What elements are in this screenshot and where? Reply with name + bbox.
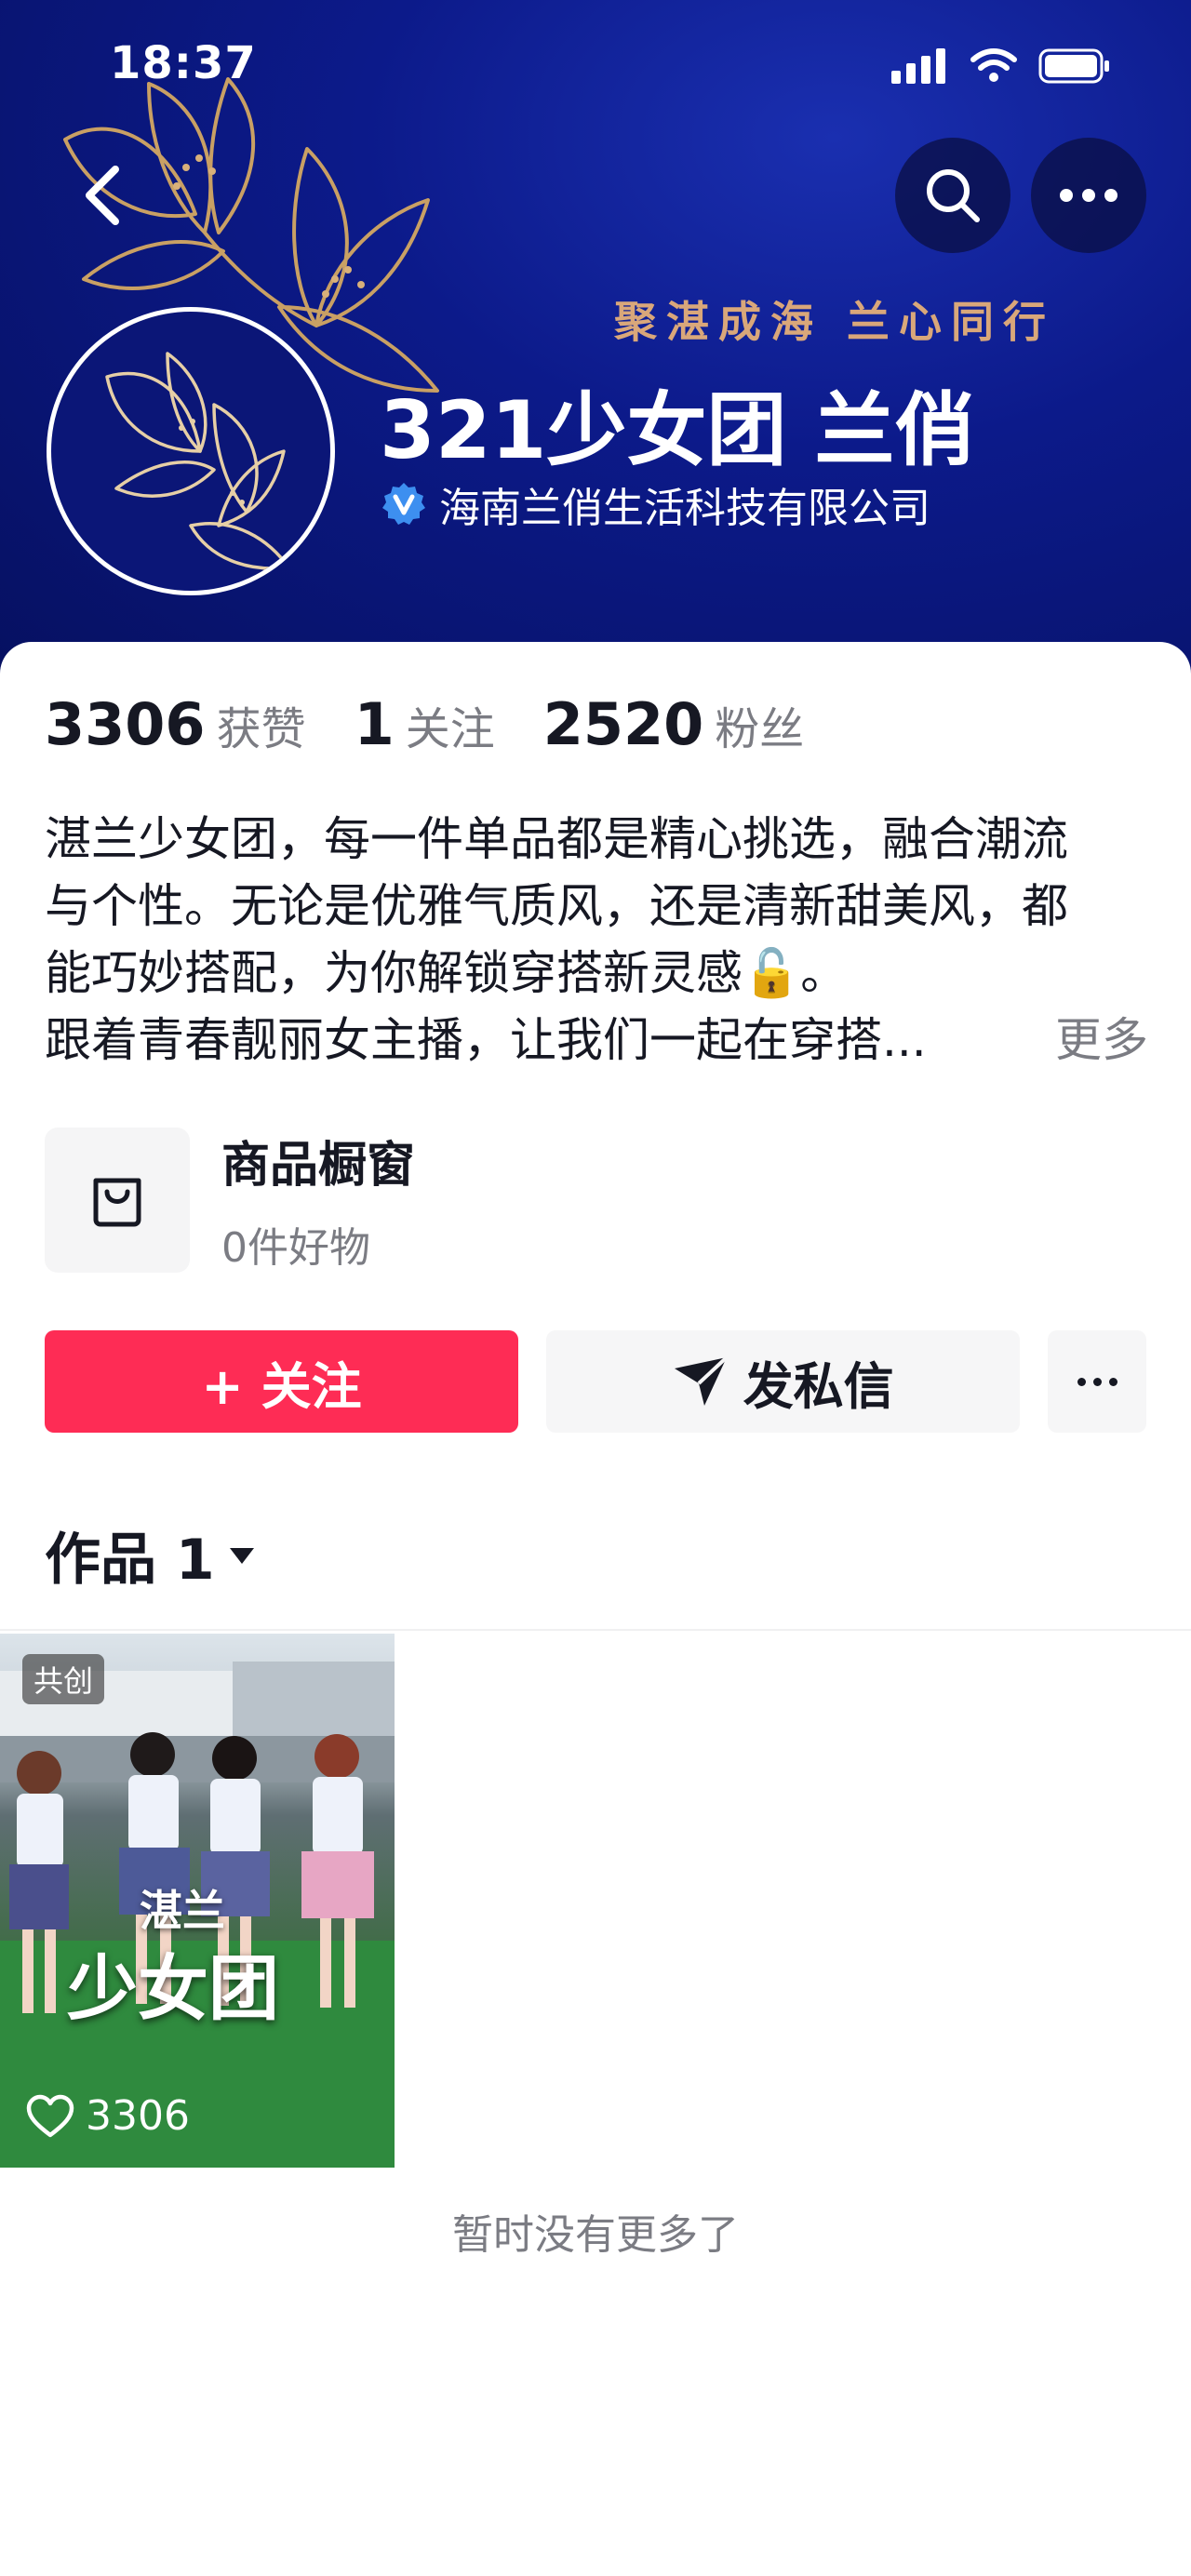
banner-slogan: 聚湛成海 兰心同行 [614,297,1056,347]
paper-plane-icon [674,1355,729,1406]
end-of-list-text: 暂时没有更多了 [452,2211,739,2259]
lily-logo-icon [105,352,290,570]
bio-line: 与个性。无论是优雅气质风，还是清新甜美风，都 [45,879,1068,933]
profile-actions: + 关注 发私信 [45,1330,1146,1433]
shop-subtitle: 0件好物 [221,1224,370,1272]
send-message-label: 发私信 [743,1356,894,1416]
profile-card: 3306 获赞 1 关注 2520 粉丝 湛兰少女团，每一件单品都是精心挑选，融… [0,642,1191,2576]
more-dot [1077,1377,1086,1386]
wifi-icon [970,48,1017,82]
likes-count[interactable]: 3306 [45,690,206,758]
followers-count[interactable]: 2520 [543,690,704,758]
follow-button[interactable]: + 关注 [45,1330,519,1433]
tab-works[interactable]: 作品 1 [45,1515,256,1595]
battery-icon [1038,48,1109,84]
bio-more-link[interactable]: 更多 [1055,1007,1148,1074]
profile-bio: 湛兰少女团，每一件单品都是精心挑选，融合潮流 与个性。无论是优雅气质风，还是清新… [45,806,1161,1074]
more-dot [1108,1377,1117,1386]
video-like-count: 3306 [86,2092,190,2140]
more-dot [1092,1377,1102,1386]
co-creation-tag: 共创 [22,1654,105,1704]
verified-badge-icon [382,483,425,525]
tab-works-label: 作品 1 [45,1528,215,1593]
more-options-button[interactable] [1031,138,1146,253]
profile-stats: 3306 获赞 1 关注 2520 粉丝 [45,690,852,758]
status-time: 18:37 [110,37,257,89]
verification-row: 海南兰俏生活科技有限公司 [380,474,930,534]
likes-label[interactable]: 获赞 [217,692,306,757]
shopping-bag-icon [93,1178,141,1226]
status-bar: 18:37 [0,0,1191,130]
shop-title: 商品橱窗 [221,1138,416,1194]
bio-line: 能巧妙搭配，为你解锁穿搭新灵感🔓。 [45,946,848,1000]
video-thumbnail[interactable]: 共创 湛兰 少女团 3306 [0,1634,395,2168]
following-count[interactable]: 1 [355,690,395,758]
following-label[interactable]: 关注 [406,692,495,757]
shop-icon-box [45,1127,190,1273]
profile-banner: 18:37 聚湛成海 兰心同行 321少女团 兰俏 海南兰俏生活科技有限公司 [0,0,1191,688]
followers-label[interactable]: 粉丝 [715,692,804,757]
video-overlay-title: 少女团 [67,1947,279,2030]
caret-down-icon [229,1547,254,1564]
more-actions-button[interactable] [1048,1330,1146,1433]
video-likes: 3306 [26,2092,190,2140]
heart-icon [26,2094,74,2137]
back-button[interactable] [71,158,136,233]
search-icon [927,169,980,222]
tab-divider [0,1629,1191,1631]
avatar[interactable] [47,307,335,595]
send-message-button[interactable]: 发私信 [546,1330,1021,1433]
status-icons [891,48,1111,84]
cellular-signal-icon [891,48,945,84]
shop-window-entry[interactable]: 商品橱窗 0件好物 [45,1126,415,1274]
chevron-left-icon [86,166,119,225]
bio-line: 湛兰少女团，每一件单品都是精心挑选，融合潮流 [45,812,1068,866]
bio-line: 跟着青春靓丽女主播，让我们一起在穿搭... [45,1013,927,1067]
verified-org-name: 海南兰俏生活科技有限公司 [439,485,930,532]
search-button[interactable] [895,138,1010,253]
profile-name: 321少女团 兰俏 [380,384,975,477]
more-horizontal-icon [1060,189,1117,202]
video-overlay-small: 湛兰 [140,1886,225,1936]
